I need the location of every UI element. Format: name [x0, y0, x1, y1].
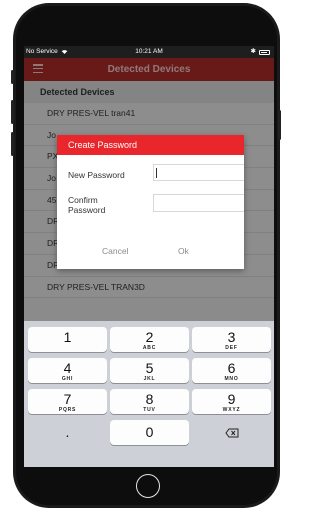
key-0[interactable]: 0	[110, 420, 189, 445]
key-1[interactable]: 1	[28, 327, 107, 352]
key-letters: PQRS	[58, 407, 77, 413]
key-number: 3	[227, 329, 236, 345]
create-password-dialog: Create Password New Password Confirm Pas…	[57, 135, 244, 269]
cancel-button[interactable]: Cancel	[102, 246, 128, 256]
key-letters: MNO	[224, 376, 239, 382]
key-9[interactable]: 9 WXYZ	[192, 389, 271, 414]
key-3[interactable]: 3 DEF	[192, 327, 271, 352]
key-letters: WXYZ	[222, 407, 241, 413]
key-number: 6	[227, 360, 236, 376]
key-letters: DEF	[225, 345, 238, 351]
key-4[interactable]: 4 GHI	[28, 358, 107, 383]
mute-switch	[11, 70, 14, 84]
new-password-label: New Password	[68, 170, 125, 180]
backspace-key[interactable]	[192, 420, 271, 445]
key-number: 4	[63, 360, 72, 376]
dialog-title: Create Password	[57, 135, 244, 155]
new-password-field[interactable]	[153, 164, 244, 181]
key-decimal[interactable]: .	[28, 420, 107, 445]
key-letters: ABC	[142, 345, 157, 351]
confirm-password-field[interactable]	[153, 194, 244, 212]
key-number: 7	[63, 391, 72, 407]
status-bar: No Service 10:21 AM ✱	[24, 46, 274, 58]
volume-down-button	[11, 132, 14, 156]
home-button[interactable]	[136, 474, 160, 498]
key-number: 8	[145, 391, 154, 407]
bluetooth-icon: ✱	[250, 48, 256, 55]
key-number: 0	[145, 424, 154, 440]
numeric-keypad: 1 2 ABC 3 DEF 4 GHI 5 JKL 6 MNO 7 PQRS 8	[24, 321, 274, 467]
key-number: 1	[63, 329, 72, 345]
key-number: .	[65, 424, 70, 440]
key-number: 2	[145, 329, 154, 345]
text-caret	[156, 168, 157, 178]
status-right-icons: ✱	[251, 46, 270, 58]
key-5[interactable]: 5 JKL	[110, 358, 189, 383]
key-letters: JKL	[143, 376, 156, 382]
power-button	[278, 110, 281, 140]
key-7[interactable]: 7 PQRS	[28, 389, 107, 414]
key-letters: TUV	[143, 407, 156, 413]
key-8[interactable]: 8 TUV	[110, 389, 189, 414]
key-2[interactable]: 2 ABC	[110, 327, 189, 352]
key-number: 9	[227, 391, 236, 407]
screen: No Service 10:21 AM ✱ Detected Devices D…	[24, 46, 274, 467]
confirm-password-label: Confirm Password	[68, 195, 106, 215]
volume-up-button	[11, 100, 14, 124]
battery-icon	[259, 49, 270, 55]
clock: 10:21 AM	[135, 48, 163, 55]
key-6[interactable]: 6 MNO	[192, 358, 271, 383]
key-letters: GHI	[61, 376, 74, 382]
key-number: 5	[145, 360, 154, 376]
ok-button[interactable]: Ok	[178, 246, 189, 256]
backspace-icon	[224, 428, 238, 438]
